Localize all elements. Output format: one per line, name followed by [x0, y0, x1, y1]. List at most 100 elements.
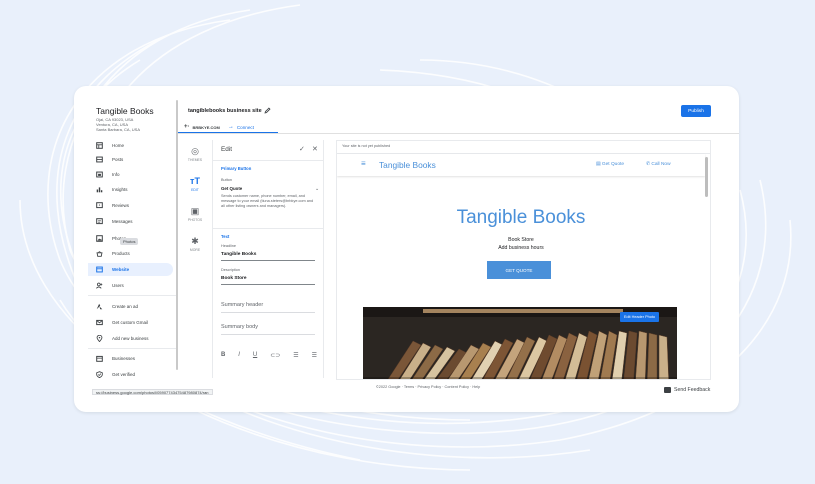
headline-field[interactable]: Tangible Books	[221, 252, 256, 257]
description-underline	[221, 284, 315, 285]
ads-icon	[96, 303, 103, 310]
bold-icon[interactable]: B	[221, 352, 225, 359]
close-icon[interactable]: ✕	[312, 145, 318, 153]
domain-connect-tab[interactable]: +· BRBKYE.COM → Connect	[178, 122, 278, 133]
sidebar-item-label: Insights	[112, 187, 128, 192]
posts-icon	[96, 156, 103, 163]
verified-icon	[96, 371, 103, 378]
hero-subtitle: Book Store	[508, 237, 534, 243]
link-icon[interactable]: ⊂⊃	[270, 352, 280, 359]
headline-label: Headline	[221, 244, 236, 248]
bulleted-list-icon[interactable]: ☰	[312, 352, 317, 359]
divider	[213, 160, 324, 161]
sidebar-item-label: Messages	[112, 219, 133, 224]
text-section: Text	[221, 234, 230, 239]
underline-icon[interactable]: U	[253, 352, 257, 359]
feedback-icon	[664, 387, 671, 393]
footer-links[interactable]: ©2022 Google · Terms · Privacy Policy · …	[376, 385, 480, 389]
sidebar-item-label: Businesses	[112, 356, 136, 361]
summary-header-underline	[221, 312, 315, 313]
website-icon	[96, 266, 103, 273]
description-field[interactable]: Book Store	[221, 276, 247, 281]
business-name: Tangible Books	[96, 106, 154, 116]
text-format-icon: ᴛT	[190, 176, 200, 186]
publish-button[interactable]: Publish	[681, 105, 711, 117]
site-preview: Your site is not yet published ≡ Tangibl…	[336, 140, 711, 380]
top-divider	[178, 133, 739, 134]
divider	[213, 228, 324, 229]
business-address: Ojai, CA 93023, USA Ventura, CA, USA San…	[96, 117, 166, 132]
summary-body-field[interactable]: Summary body	[221, 324, 258, 330]
hero-title: Tangible Books	[456, 207, 586, 228]
photos-icon	[96, 235, 103, 242]
home-icon	[96, 142, 103, 149]
sidebar-item-create-ad[interactable]: Create an ad	[88, 300, 173, 313]
sidebar-item-label: Posts	[112, 157, 124, 162]
sidebar-item-products[interactable]: Products	[88, 247, 173, 260]
domain-name: BRBKYE.COM	[192, 124, 220, 130]
sidebar-item-insights[interactable]: Insights	[88, 183, 173, 196]
sidebar-item-users[interactable]: Users	[88, 279, 173, 292]
preview-scrollbar[interactable]	[705, 157, 708, 197]
send-feedback-label: Send Feedback	[674, 387, 711, 393]
sidebar-item-label: Website	[112, 267, 130, 272]
rail-label: EDIT	[191, 188, 199, 192]
hamburger-menu-icon[interactable]: ≡	[361, 159, 366, 168]
photos-tooltip: Photos	[120, 238, 139, 245]
description-label: Description	[221, 268, 240, 272]
sidebar-divider	[88, 348, 176, 349]
sidebar-item-info[interactable]: Info	[88, 168, 173, 181]
messages-icon	[96, 218, 103, 225]
chevron-down-icon[interactable]: ⌄	[315, 186, 319, 192]
preview-call-now-link[interactable]: ✆ Call Now	[646, 162, 671, 167]
sidebar-item-messages[interactable]: Messages	[88, 215, 173, 228]
sidebar-item-custom-gmail[interactable]: Get custom Gmail	[88, 316, 173, 329]
sidebar-item-label: Get custom Gmail	[112, 320, 149, 325]
pencil-icon[interactable]	[264, 107, 271, 114]
preview-get-quote-link[interactable]: ▤ Get Quote	[596, 162, 624, 167]
edit-header-photo-button[interactable]: Edit Header Photo	[620, 312, 660, 322]
sidebar: Tangible Books Ojai, CA 93023, USA Ventu…	[74, 86, 178, 412]
image-icon: ▣	[190, 206, 200, 216]
sidebar-item-website[interactable]: Website	[88, 263, 173, 276]
connect-link[interactable]: Connect	[237, 125, 254, 130]
add-location-icon	[96, 335, 103, 342]
users-icon	[96, 282, 103, 289]
button-select[interactable]: Get Quote	[221, 186, 242, 191]
rail-edit[interactable]: ᴛT EDIT	[178, 176, 212, 192]
rail-label: THEMES	[187, 158, 203, 162]
rail-label: MORE	[189, 248, 201, 252]
arrow-right-icon: →	[227, 124, 234, 130]
info-icon	[96, 171, 103, 178]
edit-panel: Edit ✓ ✕ Primary Button Button Get Quote…	[212, 140, 324, 378]
insights-icon	[96, 186, 103, 193]
edit-panel-title: Edit	[221, 146, 233, 153]
sidebar-item-posts[interactable]: Posts	[88, 153, 173, 166]
businesses-icon	[96, 355, 103, 362]
rail-photos[interactable]: ▣ PHOTOS	[178, 206, 212, 222]
get-quote-button[interactable]: GET QUOTE	[487, 261, 551, 279]
italic-icon[interactable]: I	[238, 352, 240, 359]
sidebar-item-reviews[interactable]: Reviews	[88, 199, 173, 212]
gmail-icon	[96, 319, 103, 326]
numbered-list-icon[interactable]: ☰	[293, 352, 298, 359]
site-title: tangiblebooks business site	[188, 108, 262, 114]
rail-themes[interactable]: ◎ THEMES	[178, 146, 212, 162]
sidebar-item-add-business[interactable]: Add new business	[88, 332, 173, 345]
sidebar-item-label: Get verified	[112, 372, 136, 377]
more-settings-icon: ✱	[191, 236, 199, 246]
sidebar-item-home[interactable]: Home	[88, 139, 173, 152]
editor-rail: ◎ THEMES ᴛT EDIT ▣ PHOTOS ✱ MORE	[178, 134, 212, 364]
sidebar-item-get-verified[interactable]: Get verified	[88, 368, 173, 381]
button-label: Button	[221, 178, 232, 182]
headline-underline	[221, 260, 315, 261]
unpublished-notice: Your site is not yet published	[342, 144, 391, 148]
primary-button-section: Primary Button	[221, 166, 252, 171]
palette-icon: ◎	[191, 146, 199, 156]
address-line: Santa Barbara, CA, USA	[96, 127, 141, 132]
check-icon[interactable]: ✓	[299, 145, 305, 153]
send-feedback-button[interactable]: Send Feedback	[664, 387, 710, 393]
summary-header-field[interactable]: Summary header	[221, 302, 263, 308]
sidebar-item-businesses[interactable]: Businesses	[88, 352, 173, 365]
rail-more[interactable]: ✱ MORE	[178, 236, 212, 252]
